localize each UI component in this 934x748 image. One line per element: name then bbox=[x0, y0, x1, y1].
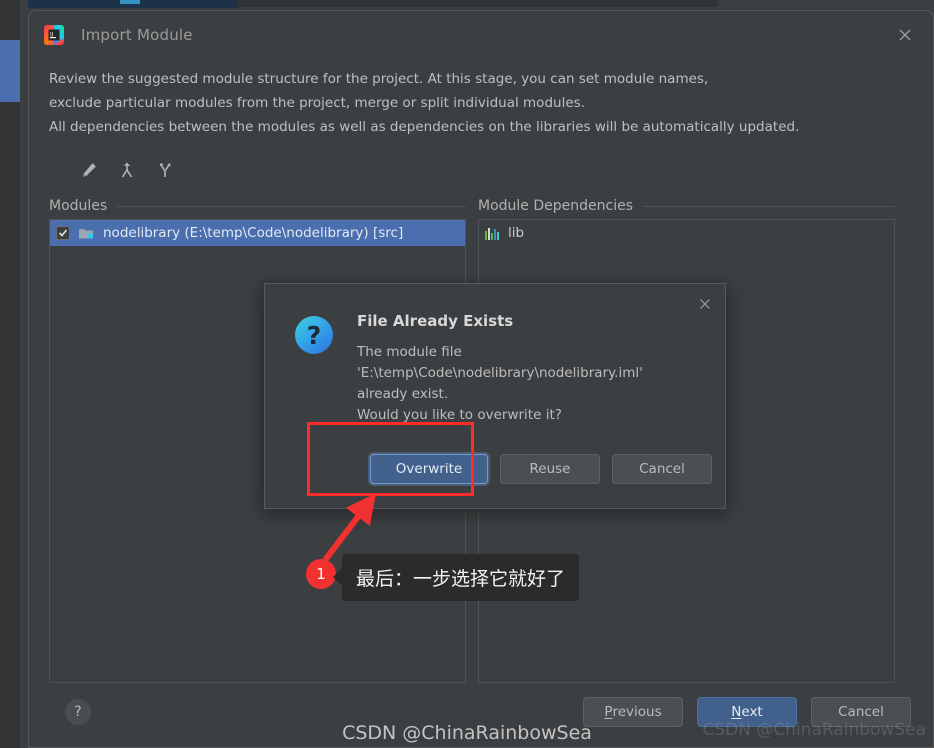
list-item[interactable]: lib bbox=[479, 220, 894, 246]
modules-toolbar bbox=[29, 139, 933, 183]
previous-button-label-rest: revious bbox=[613, 704, 662, 720]
panel-divider bbox=[117, 206, 466, 207]
modal-cancel-button[interactable]: Cancel bbox=[612, 454, 712, 484]
dependencies-panel-title: Module Dependencies bbox=[478, 198, 633, 214]
previous-button[interactable]: Previous bbox=[583, 697, 683, 727]
file-already-exists-dialog: ? File Already Exists The module file 'E… bbox=[264, 283, 726, 509]
description-line-3: All dependencies between the modules as … bbox=[49, 115, 913, 139]
ide-left-strip bbox=[0, 0, 20, 748]
dialog-footer: ? Previous Next Cancel bbox=[29, 689, 933, 747]
merge-icon[interactable] bbox=[115, 158, 139, 182]
next-button-label-rest: ext bbox=[741, 704, 762, 720]
cancel-button[interactable]: Cancel bbox=[811, 697, 911, 727]
ide-left-accent-marker bbox=[0, 40, 20, 102]
panel-divider bbox=[643, 206, 895, 207]
modal-heading: File Already Exists bbox=[357, 312, 513, 330]
close-icon[interactable] bbox=[693, 292, 717, 316]
previous-button-mnemonic: P bbox=[604, 704, 612, 720]
footer-buttons: Previous Next Cancel bbox=[583, 697, 911, 727]
modal-message-line-1: The module file bbox=[357, 342, 643, 363]
list-item[interactable]: nodelibrary (E:\temp\Code\nodelibrary) [… bbox=[50, 220, 465, 246]
ide-background-toolbar bbox=[238, 0, 718, 7]
list-item-label: lib bbox=[508, 225, 524, 241]
modules-panel-header: Modules bbox=[49, 193, 466, 219]
modules-panel-title: Modules bbox=[49, 198, 107, 214]
modal-message-line-3: already exist. bbox=[357, 384, 643, 405]
overwrite-button[interactable]: Overwrite bbox=[370, 454, 488, 484]
reuse-button[interactable]: Reuse bbox=[500, 454, 600, 484]
modal-buttons: Overwrite Reuse Cancel bbox=[370, 454, 712, 484]
dialog-description: Review the suggested module structure fo… bbox=[29, 59, 933, 139]
question-icon: ? bbox=[295, 316, 333, 354]
modal-message-line-4: Would you like to overwrite it? bbox=[357, 405, 643, 426]
folder-module-icon bbox=[78, 226, 95, 240]
description-line-1: Review the suggested module structure fo… bbox=[49, 67, 913, 91]
library-icon bbox=[485, 227, 500, 240]
list-item-label: nodelibrary (E:\temp\Code\nodelibrary) [… bbox=[103, 225, 403, 241]
modal-message-line-2: 'E:\temp\Code\nodelibrary\nodelibrary.im… bbox=[357, 363, 643, 384]
modal-message: The module file 'E:\temp\Code\nodelibrar… bbox=[357, 342, 643, 426]
edit-icon[interactable] bbox=[77, 158, 101, 182]
next-button-mnemonic: N bbox=[731, 704, 741, 720]
split-icon[interactable] bbox=[153, 158, 177, 182]
dependencies-panel-header: Module Dependencies bbox=[478, 193, 895, 219]
description-line-2: exclude particular modules from the proj… bbox=[49, 91, 913, 115]
help-icon[interactable]: ? bbox=[65, 699, 91, 725]
module-checkbox[interactable] bbox=[56, 226, 70, 240]
close-icon[interactable] bbox=[891, 21, 919, 49]
dialog-titlebar: IJ Import Module bbox=[29, 11, 933, 59]
intellij-idea-icon: IJ bbox=[43, 24, 65, 46]
import-module-dialog: IJ Import Module Review the suggested mo… bbox=[28, 10, 934, 748]
next-button[interactable]: Next bbox=[697, 697, 797, 727]
ide-background-tab-highlight bbox=[120, 0, 140, 4]
dialog-title: Import Module bbox=[81, 26, 193, 44]
